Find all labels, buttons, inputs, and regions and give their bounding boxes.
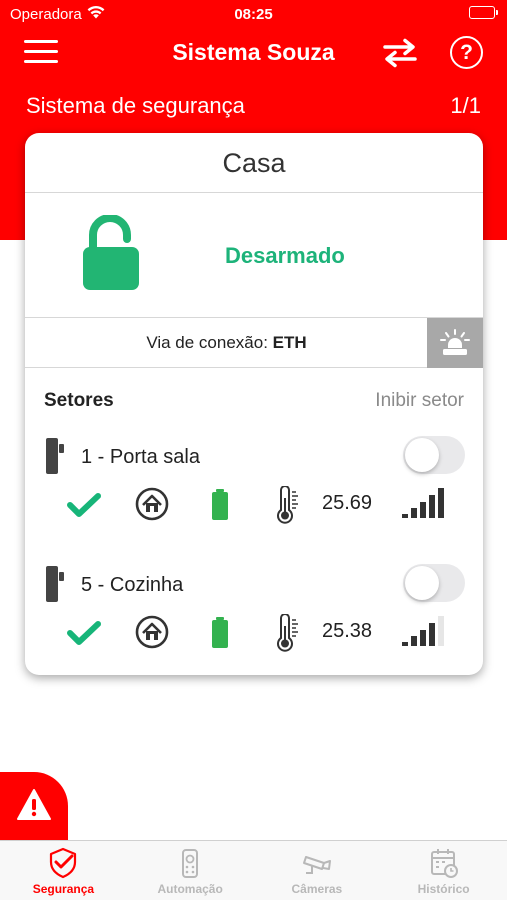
- signal-bar: [438, 488, 444, 518]
- connection-row: Via de conexão: ETH: [25, 318, 483, 368]
- tab-label: Câmeras: [291, 882, 343, 896]
- tab-label: Automação: [157, 882, 223, 896]
- arm-status-text: Desarmado: [225, 243, 345, 268]
- tab-label: Segurança: [32, 882, 95, 896]
- sector-item: 1 - Porta sala 25.69: [25, 426, 483, 554]
- tab-security[interactable]: Segurança: [0, 841, 127, 900]
- tab-label: Histórico: [417, 882, 470, 896]
- battery-icon: [469, 6, 498, 19]
- signal-bar: [402, 642, 408, 646]
- siren-button[interactable]: [427, 318, 483, 368]
- door-sensor-icon: [44, 564, 66, 609]
- thermometer-icon: [276, 485, 302, 529]
- signal-bar: [429, 623, 435, 646]
- connection-info: Via de conexão: ETH: [25, 333, 428, 353]
- signal-strength-icon: [401, 486, 449, 525]
- inhibit-toggle[interactable]: [403, 436, 465, 474]
- signal-bar-empty: [438, 616, 444, 646]
- tab-automation[interactable]: Automação: [127, 841, 254, 900]
- signal-bar: [429, 495, 435, 518]
- temperature-value: 25.69: [322, 492, 373, 514]
- signal-bar: [411, 508, 417, 518]
- inhibit-sector-button[interactable]: Inibir setor: [375, 390, 464, 412]
- camera-icon: [302, 856, 331, 874]
- check-icon: [67, 620, 101, 651]
- system-counter: 1/1: [450, 93, 481, 118]
- door-sensor-icon: [44, 436, 66, 481]
- navigation-bar: Sistema Souza ?: [0, 28, 507, 78]
- arm-toggle-area[interactable]: Desarmado: [25, 193, 483, 318]
- shield-check-icon: [50, 847, 77, 879]
- signal-bar: [420, 502, 426, 518]
- menu-icon[interactable]: [24, 40, 58, 66]
- partition-title: Casa: [25, 133, 483, 193]
- signal-bar: [420, 630, 426, 646]
- battery-level-icon: [211, 489, 229, 526]
- check-icon: [67, 492, 101, 523]
- sectors-header: Setores Inibir setor: [25, 368, 483, 426]
- sectors-label: Setores: [44, 390, 114, 411]
- remote-control-icon: [182, 849, 199, 878]
- swap-arrows-icon[interactable]: [382, 38, 418, 73]
- thermometer-icon: [276, 613, 302, 657]
- temperature-value: 25.38: [322, 620, 373, 642]
- inhibit-toggle[interactable]: [403, 564, 465, 602]
- app-title: Sistema Souza: [172, 39, 335, 65]
- connection-label: Via de conexão:: [146, 333, 268, 352]
- security-system-card: Casa Desarmado Via de conexão: ETH Setor…: [25, 133, 483, 675]
- tab-bar: Segurança Automação Câmeras Histórico: [0, 840, 507, 900]
- status-bar: Operadora 08:25: [0, 0, 507, 28]
- panic-alert-button[interactable]: [0, 772, 68, 840]
- signal-strength-icon: [401, 614, 449, 653]
- clock: 08:25: [234, 6, 273, 23]
- section-title: Sistema de segurança: [26, 93, 245, 118]
- home-icon: [135, 615, 169, 654]
- siren-icon: [440, 329, 470, 355]
- unlocked-padlock-icon: [81, 214, 141, 298]
- calendar-clock-icon: [430, 849, 458, 878]
- signal-bar: [411, 636, 417, 646]
- home-icon: [135, 487, 169, 526]
- signal-bar: [402, 514, 408, 518]
- tab-history[interactable]: Histórico: [380, 841, 507, 900]
- battery-level-icon: [211, 617, 229, 654]
- connection-value: ETH: [272, 333, 307, 352]
- sector-name: 5 - Cozinha: [81, 574, 184, 596]
- tab-cameras[interactable]: Câmeras: [254, 841, 381, 900]
- help-icon[interactable]: ?: [450, 36, 483, 69]
- warning-icon: [17, 789, 51, 820]
- sector-item: 5 - Cozinha 25.38: [25, 554, 483, 675]
- sector-name: 1 - Porta sala: [81, 446, 200, 468]
